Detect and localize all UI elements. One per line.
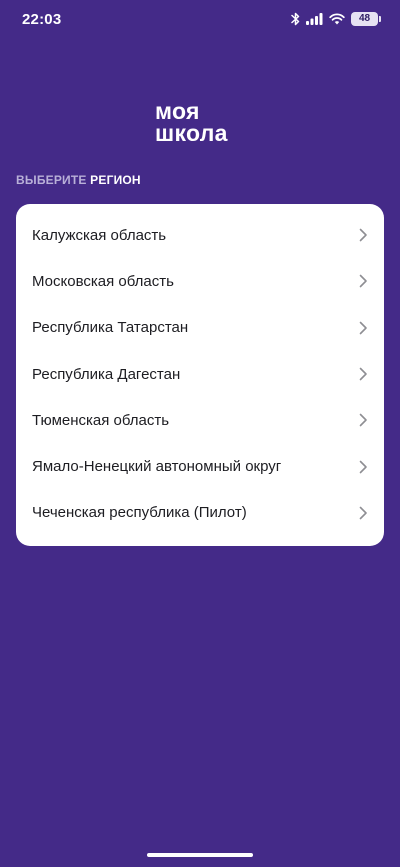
region-list: Калужская область Московская область Рес… bbox=[16, 204, 384, 546]
region-label: Ямало-Ненецкий автономный округ bbox=[32, 458, 282, 476]
logo-line-2: школа bbox=[155, 120, 228, 146]
chevron-right-icon bbox=[359, 460, 367, 473]
region-item[interactable]: Республика Татарстан bbox=[16, 305, 384, 351]
status-bar: 22:03 48 bbox=[0, 0, 400, 40]
region-label: Чеченская республика (Пилот) bbox=[32, 504, 247, 522]
region-label: Республика Дагестан bbox=[32, 365, 181, 383]
battery-level: 48 bbox=[358, 13, 371, 24]
region-label: Республика Татарстан bbox=[32, 319, 189, 337]
region-item[interactable]: Калужская область bbox=[16, 212, 384, 258]
region-item[interactable]: Московская область bbox=[16, 258, 384, 304]
region-select-screen: 22:03 48 моя школа ВЫБЕРИТЕ РЕГИОН Калуж… bbox=[0, 0, 400, 867]
logo-line-1: моя bbox=[155, 98, 200, 124]
chevron-right-icon bbox=[359, 506, 367, 520]
chevron-right-icon bbox=[359, 228, 367, 242]
app-logo: моя школа bbox=[155, 98, 265, 146]
chevron-right-icon bbox=[359, 321, 367, 335]
chevron-right-icon bbox=[359, 414, 367, 427]
region-label: Тюменская область bbox=[32, 411, 170, 429]
region-item[interactable]: Чеченская республика (Пилот) bbox=[16, 490, 384, 536]
wifi-icon bbox=[329, 13, 345, 25]
region-label: Московская область bbox=[32, 272, 174, 290]
region-item[interactable]: Тюменская область bbox=[16, 397, 384, 443]
home-indicator[interactable] bbox=[147, 853, 253, 857]
signal-icon bbox=[306, 13, 323, 25]
region-item[interactable]: Республика Дагестан bbox=[16, 351, 384, 397]
status-time: 22:03 bbox=[22, 11, 62, 28]
region-label: Калужская область bbox=[32, 226, 167, 244]
section-caption: ВЫБЕРИТЕ РЕГИОН bbox=[16, 173, 141, 187]
status-icons: 48 bbox=[291, 11, 381, 27]
bluetooth-icon bbox=[291, 12, 300, 26]
chevron-right-icon bbox=[359, 275, 367, 288]
battery-icon: 48 bbox=[351, 12, 381, 26]
caption-strong: РЕГИОН bbox=[90, 173, 141, 187]
battery-tip bbox=[379, 16, 381, 22]
region-item[interactable]: Ямало-Ненецкий автономный округ bbox=[16, 443, 384, 489]
caption-muted: ВЫБЕРИТЕ bbox=[16, 173, 87, 187]
chevron-right-icon bbox=[359, 367, 367, 381]
